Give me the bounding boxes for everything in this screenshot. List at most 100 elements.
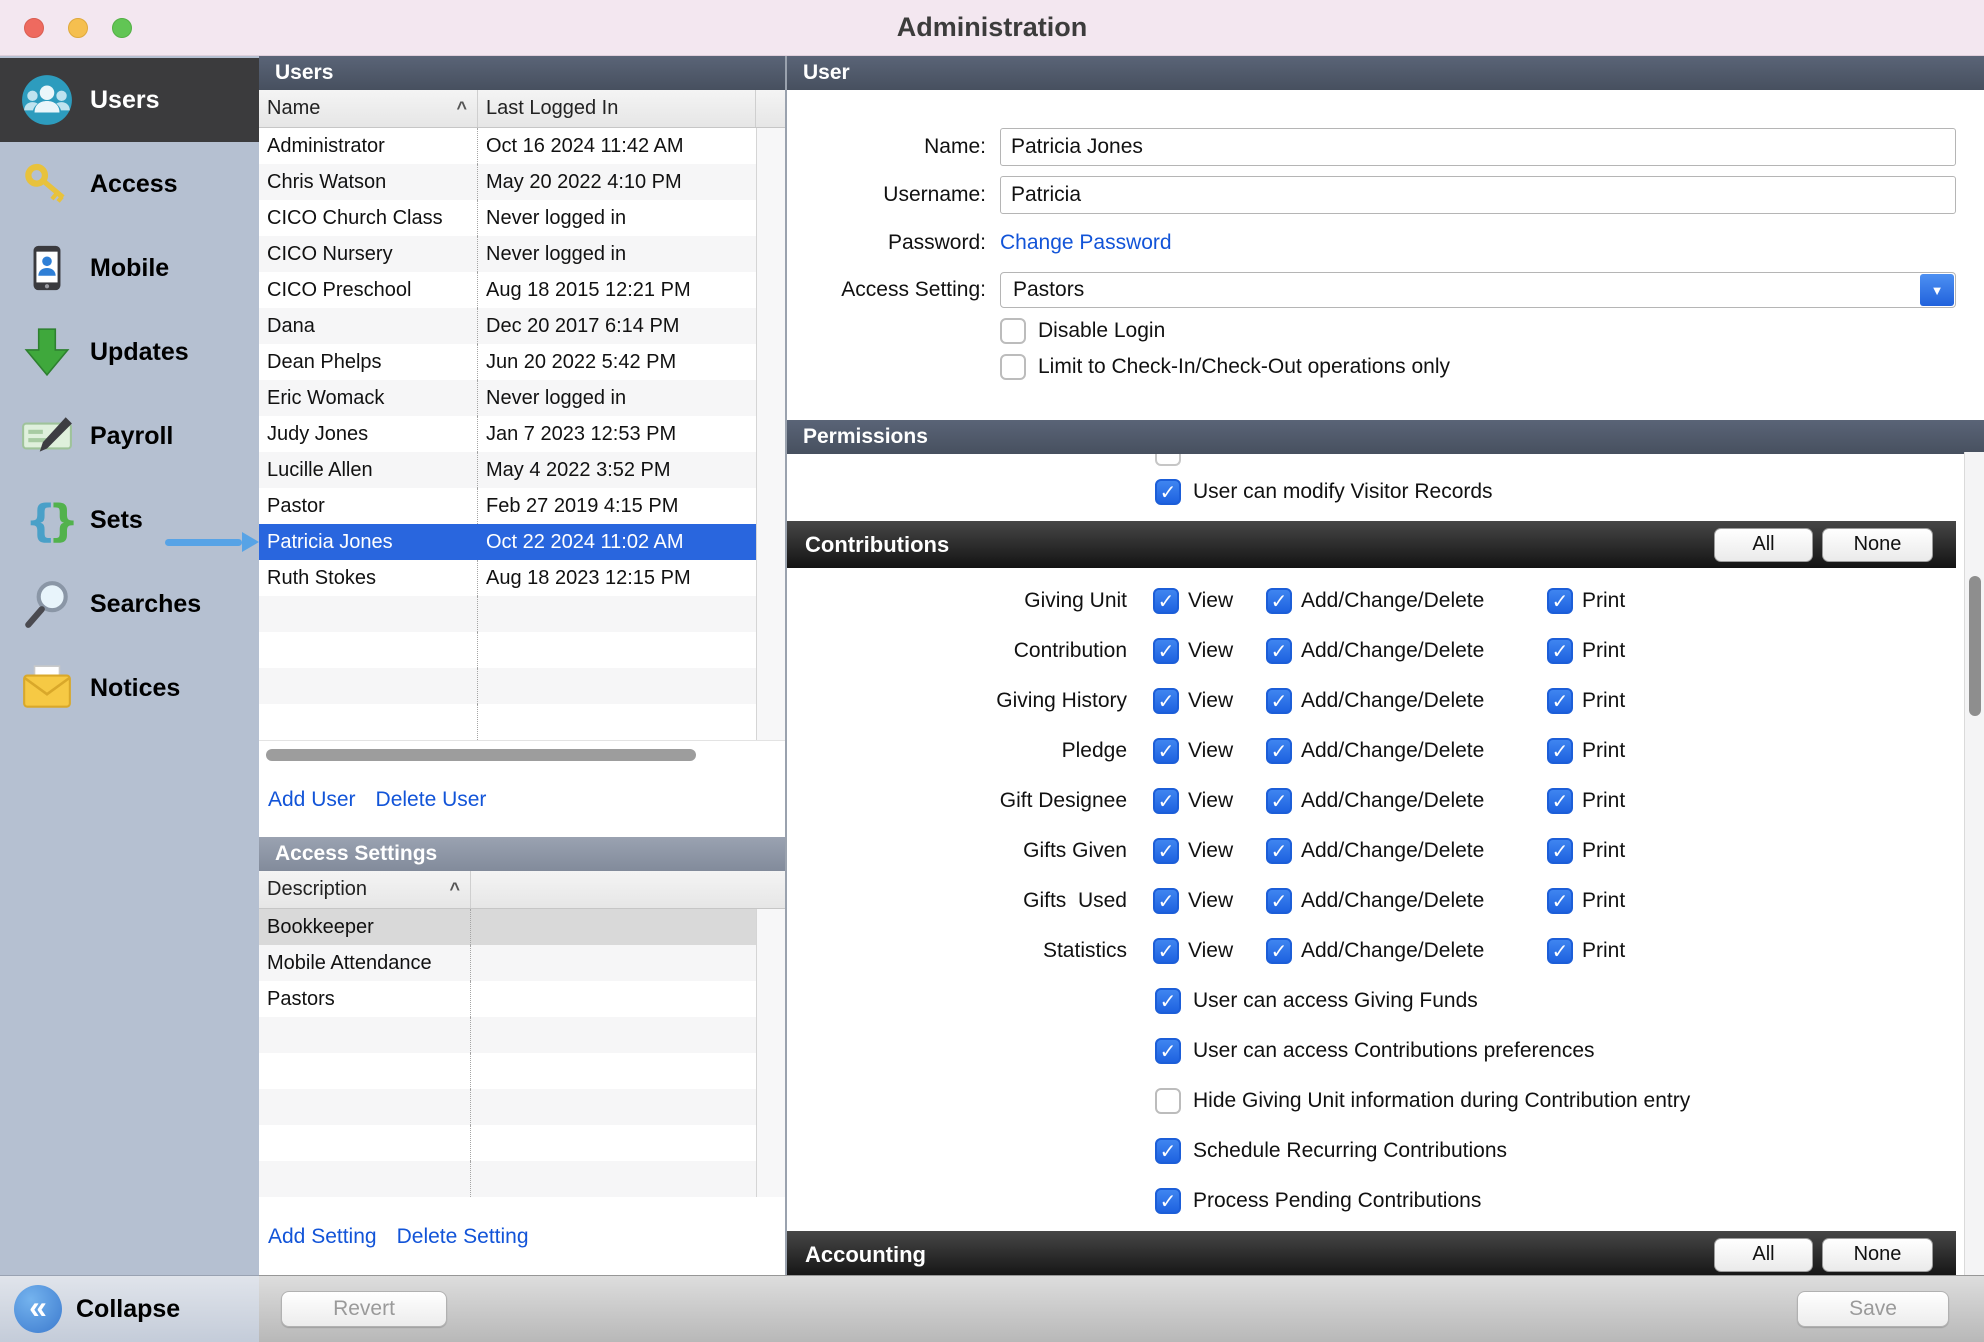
- table-row[interactable]: Eric WomackNever logged in: [259, 380, 756, 416]
- limit-checkout-checkbox[interactable]: [1000, 354, 1026, 380]
- view-checkbox[interactable]: [1153, 588, 1179, 614]
- sidebar-item-sets[interactable]: { } Sets: [0, 478, 259, 562]
- sidebar-item-users[interactable]: Users: [0, 58, 259, 142]
- column-header-last-logged-in[interactable]: Last Logged In: [478, 90, 756, 127]
- print-checkbox[interactable]: [1547, 738, 1573, 764]
- print-checkbox[interactable]: [1547, 588, 1573, 614]
- table-row[interactable]: Chris WatsonMay 20 2022 4:10 PM: [259, 164, 756, 200]
- delete-setting-link[interactable]: Delete Setting: [397, 1225, 529, 1257]
- column-header-description[interactable]: Description ^: [259, 871, 471, 908]
- horizontal-scrollbar-thumb[interactable]: [266, 749, 696, 761]
- access-setting-dropdown[interactable]: Pastors: [1000, 272, 1956, 308]
- view-checkbox[interactable]: [1153, 688, 1179, 714]
- add-setting-link[interactable]: Add Setting: [268, 1225, 377, 1257]
- option-checkbox-row[interactable]: User can access Contributions preference…: [1155, 1038, 1984, 1064]
- add-change-delete-checkbox[interactable]: [1266, 788, 1292, 814]
- table-row[interactable]: CICO Church ClassNever logged in: [259, 200, 756, 236]
- collapse-button[interactable]: Collapse: [0, 1275, 259, 1342]
- username-label: Username:: [787, 183, 1000, 207]
- table-row[interactable]: DanaDec 20 2017 6:14 PM: [259, 308, 756, 344]
- add-change-delete-checkbox[interactable]: [1266, 888, 1292, 914]
- users-table-vertical-scrollbar-track[interactable]: [756, 128, 785, 740]
- hide-giving-unit-checkbox[interactable]: [1155, 1088, 1181, 1114]
- add-change-delete-checkbox[interactable]: [1266, 688, 1292, 714]
- table-row[interactable]: Lucille AllenMay 4 2022 3:52 PM: [259, 452, 756, 488]
- window-title: Administration: [897, 12, 1088, 43]
- table-row[interactable]: PastorFeb 27 2019 4:15 PM: [259, 488, 756, 524]
- table-row-selected[interactable]: Patricia JonesOct 22 2024 11:02 AM: [259, 524, 756, 560]
- permissions-scrollbar-track[interactable]: [1964, 452, 1984, 1275]
- sidebar-item-payroll[interactable]: Payroll: [0, 394, 259, 478]
- column-header-name[interactable]: Name ^: [259, 90, 478, 127]
- username-field[interactable]: [1000, 176, 1956, 214]
- view-checkbox[interactable]: [1153, 838, 1179, 864]
- change-password-link[interactable]: Change Password: [1000, 231, 1172, 255]
- table-row[interactable]: Dean PhelpsJun 20 2022 5:42 PM: [259, 344, 756, 380]
- table-row[interactable]: CICO NurseryNever logged in: [259, 236, 756, 272]
- accounting-all-button[interactable]: All: [1714, 1238, 1813, 1272]
- option-checkbox-row[interactable]: Hide Giving Unit information during Cont…: [1155, 1088, 1984, 1114]
- print-checkbox[interactable]: [1547, 838, 1573, 864]
- sidebar-item-access[interactable]: Access: [0, 142, 259, 226]
- visitor-records-checkbox-row[interactable]: User can modify Visitor Records: [1155, 479, 1984, 505]
- accounting-none-button[interactable]: None: [1822, 1238, 1933, 1272]
- save-button[interactable]: Save: [1797, 1291, 1949, 1327]
- contributions-none-button[interactable]: None: [1822, 528, 1933, 562]
- view-checkbox[interactable]: [1153, 638, 1179, 664]
- table-row[interactable]: Pastors: [259, 981, 756, 1017]
- view-checkbox[interactable]: [1153, 738, 1179, 764]
- print-checkbox[interactable]: [1547, 938, 1573, 964]
- user-last-login-cell: Never logged in: [478, 380, 756, 416]
- sidebar-item-notices[interactable]: Notices: [0, 646, 259, 730]
- table-row[interactable]: CICO PreschoolAug 18 2015 12:21 PM: [259, 272, 756, 308]
- option-checkbox-row[interactable]: Process Pending Contributions: [1155, 1188, 1984, 1214]
- table-row-empty: [259, 668, 756, 704]
- table-row[interactable]: Judy JonesJan 7 2023 12:53 PM: [259, 416, 756, 452]
- permissions-scrollbar-thumb[interactable]: [1969, 576, 1981, 716]
- settings-table-vertical-scrollbar-track[interactable]: [756, 909, 785, 1197]
- visitor-records-checkbox[interactable]: [1155, 479, 1181, 505]
- print-checkbox[interactable]: [1547, 688, 1573, 714]
- minimize-button[interactable]: [68, 18, 88, 38]
- table-row[interactable]: AdministratorOct 16 2024 11:42 AM: [259, 128, 756, 164]
- limit-checkout-checkbox-row[interactable]: Limit to Check-In/Check-Out operations o…: [1000, 354, 1984, 380]
- table-row-empty: [259, 704, 756, 740]
- close-button[interactable]: [24, 18, 44, 38]
- option-checkbox-row[interactable]: Schedule Recurring Contributions: [1155, 1138, 1984, 1164]
- giving-funds-checkbox[interactable]: [1155, 988, 1181, 1014]
- disable-login-checkbox-row[interactable]: Disable Login: [1000, 318, 1984, 344]
- table-row[interactable]: Ruth StokesAug 18 2023 12:15 PM: [259, 560, 756, 596]
- view-checkbox[interactable]: [1153, 888, 1179, 914]
- schedule-recurring-checkbox[interactable]: [1155, 1138, 1181, 1164]
- add-change-delete-checkbox[interactable]: [1266, 738, 1292, 764]
- name-field[interactable]: [1000, 128, 1956, 166]
- view-checkbox[interactable]: [1153, 788, 1179, 814]
- add-change-delete-checkbox[interactable]: [1266, 588, 1292, 614]
- print-checkbox[interactable]: [1547, 638, 1573, 664]
- sidebar-item-updates[interactable]: Updates: [0, 310, 259, 394]
- sidebar-item-mobile[interactable]: Mobile: [0, 226, 259, 310]
- zoom-button[interactable]: [112, 18, 132, 38]
- contributions-preferences-checkbox[interactable]: [1155, 1038, 1181, 1064]
- add-user-link[interactable]: Add User: [268, 788, 356, 837]
- process-pending-checkbox[interactable]: [1155, 1188, 1181, 1214]
- add-change-delete-checkbox[interactable]: [1266, 838, 1292, 864]
- users-table-horizontal-scrollbar[interactable]: [259, 740, 785, 768]
- view-checkbox[interactable]: [1153, 938, 1179, 964]
- user-last-login-cell: Jan 7 2023 12:53 PM: [478, 416, 756, 452]
- sidebar-item-label: Payroll: [90, 422, 173, 451]
- disable-login-checkbox[interactable]: [1000, 318, 1026, 344]
- contributions-all-button[interactable]: All: [1714, 528, 1813, 562]
- delete-user-link[interactable]: Delete User: [376, 788, 487, 837]
- revert-button[interactable]: Revert: [281, 1291, 447, 1327]
- chevron-down-icon[interactable]: [1920, 274, 1954, 306]
- add-change-delete-checkbox[interactable]: [1266, 638, 1292, 664]
- option-checkbox-row[interactable]: User can access Giving Funds: [1155, 988, 1984, 1014]
- permission-row: Gifts Given View Add/Change/Delete Print: [787, 826, 1984, 876]
- print-checkbox[interactable]: [1547, 788, 1573, 814]
- table-row-selected[interactable]: Bookkeeper: [259, 909, 756, 945]
- sidebar-item-searches[interactable]: Searches: [0, 562, 259, 646]
- add-change-delete-checkbox[interactable]: [1266, 938, 1292, 964]
- table-row[interactable]: Mobile Attendance: [259, 945, 756, 981]
- print-checkbox[interactable]: [1547, 888, 1573, 914]
